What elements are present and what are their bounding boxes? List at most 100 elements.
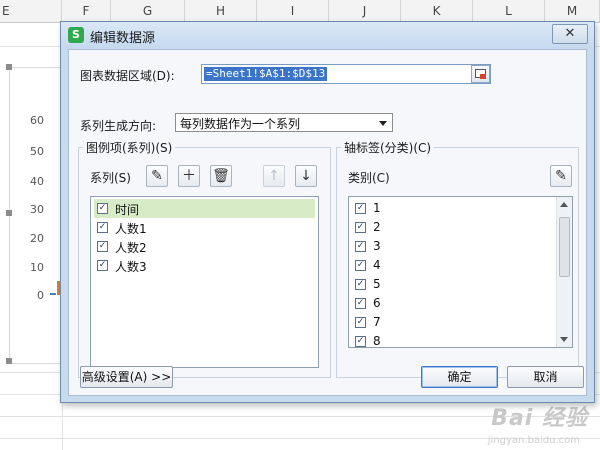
ok-button[interactable]: 确定: [421, 366, 498, 388]
y-axis-tick-label: 30: [30, 203, 44, 216]
cancel-button[interactable]: 取消: [507, 366, 584, 388]
series-list-item[interactable]: ✓ 时间: [94, 199, 315, 218]
data-range-input[interactable]: =Sheet1!$A$1:$D$13: [201, 64, 491, 84]
chart-resize-handle[interactable]: [6, 210, 12, 216]
series-list-item[interactable]: ✓ 人数3: [94, 256, 315, 275]
category-name: 1: [373, 201, 381, 215]
category-checkbox[interactable]: ✓: [355, 317, 366, 328]
series-name: 人数2: [115, 241, 147, 255]
delete-series-button[interactable]: 🗑: [210, 165, 232, 187]
watermark-logo: Bai 经验: [491, 406, 588, 431]
category-list-item[interactable]: ✓ 8: [352, 332, 569, 348]
column-header-bar: E F G H I J K L M: [0, 0, 600, 23]
edit-data-source-dialog: S 编辑数据源 ✕ 图表数据区域(D): =Sheet1!$A$1:$D$13 …: [60, 21, 595, 403]
category-checkbox[interactable]: ✓: [355, 241, 366, 252]
chart-resize-handle[interactable]: [6, 358, 12, 364]
data-range-value: =Sheet1!$A$1:$D$13: [204, 67, 328, 81]
trash-icon: 🗑: [212, 168, 230, 184]
series-direction-value: 每列数据作为一个系列: [180, 117, 301, 131]
category-name: 3: [373, 239, 381, 253]
move-up-button[interactable]: ↑: [263, 165, 285, 187]
category-listbox[interactable]: ✓ 1 ✓ 2 ✓ 3 ✓ 4 ✓ 5 ✓ 6 ✓ 7 ✓ 8: [348, 196, 573, 348]
category-name: 7: [373, 315, 381, 329]
category-name: 4: [373, 258, 381, 272]
pencil-icon: ✎: [151, 168, 163, 184]
category-list-item[interactable]: ✓ 2: [352, 218, 569, 237]
category-list-item[interactable]: ✓ 5: [352, 275, 569, 294]
series-listbox[interactable]: ✓ 时间 ✓ 人数1 ✓ 人数2 ✓ 人数3: [90, 196, 319, 368]
column-header-k[interactable]: K: [401, 0, 473, 22]
chart-resize-handle[interactable]: [6, 64, 12, 70]
add-series-button[interactable]: ＋: [178, 165, 200, 187]
edit-series-button[interactable]: ✎: [146, 165, 168, 187]
y-axis-tick-label: 50: [30, 145, 44, 158]
scroll-down-icon[interactable]: [560, 337, 568, 342]
category-list-item[interactable]: ✓ 7: [352, 313, 569, 332]
category-checkbox[interactable]: ✓: [355, 222, 366, 233]
column-header-h[interactable]: H: [185, 0, 257, 22]
scroll-up-icon[interactable]: [560, 202, 568, 207]
category-label: 类别(C): [348, 171, 390, 185]
column-header-f[interactable]: F: [62, 0, 111, 22]
range-picker-button[interactable]: [471, 65, 490, 83]
category-list-item[interactable]: ✓ 3: [352, 237, 569, 256]
y-axis-tick-label: 0: [37, 289, 44, 302]
plus-icon: ＋: [182, 168, 196, 184]
watermark-url: jingyan.baidu.com: [487, 435, 580, 446]
category-name: 6: [373, 296, 381, 310]
series-checkbox[interactable]: ✓: [97, 222, 108, 233]
category-list-item[interactable]: ✓ 6: [352, 294, 569, 313]
category-list-item[interactable]: ✓ 1: [352, 199, 569, 218]
series-checkbox[interactable]: ✓: [97, 203, 108, 214]
axis-labels-group-title: 轴标签(分类)(C): [341, 139, 435, 156]
series-checkbox[interactable]: ✓: [97, 260, 108, 271]
legend-series-group-title: 图例项(系列)(S): [83, 139, 176, 156]
column-header-g[interactable]: G: [111, 0, 185, 22]
category-list-item[interactable]: ✓ 4: [352, 256, 569, 275]
column-header-m[interactable]: M: [545, 0, 600, 22]
series-name: 时间: [115, 203, 140, 217]
close-button[interactable]: ✕: [552, 24, 588, 44]
chevron-down-icon: [379, 121, 387, 126]
wps-app-icon: S: [68, 27, 84, 43]
category-name: 5: [373, 277, 381, 291]
data-range-label: 图表数据区域(D):: [80, 69, 175, 83]
category-checkbox[interactable]: ✓: [355, 279, 366, 290]
series-checkbox[interactable]: ✓: [97, 241, 108, 252]
column-header-j[interactable]: J: [329, 0, 401, 22]
series-list-item[interactable]: ✓ 人数2: [94, 237, 315, 256]
series-list-item[interactable]: ✓ 人数1: [94, 218, 315, 237]
y-axis-tick-label: 40: [30, 175, 44, 188]
series-label: 系列(S): [90, 171, 131, 185]
move-down-button[interactable]: ↓: [295, 165, 317, 187]
series-direction-label: 系列生成方向:: [80, 119, 157, 133]
category-checkbox[interactable]: ✓: [355, 298, 366, 309]
column-header-l[interactable]: L: [473, 0, 545, 22]
series-direction-select[interactable]: 每列数据作为一个系列: [175, 113, 393, 132]
y-axis-tick-label: 10: [30, 261, 44, 274]
dialog-titlebar[interactable]: S 编辑数据源 ✕: [61, 22, 594, 48]
column-header-i[interactable]: I: [257, 0, 329, 22]
category-scrollbar[interactable]: [556, 197, 572, 347]
y-axis-tick-label: 60: [30, 114, 44, 127]
y-axis-tick-label: 20: [30, 232, 44, 245]
scroll-thumb[interactable]: [559, 217, 570, 277]
column-header-e[interactable]: E: [0, 0, 62, 22]
range-picker-icon-accent: [480, 74, 486, 79]
edit-category-button[interactable]: ✎: [550, 165, 572, 187]
advanced-settings-button[interactable]: 高级设置(A) >>: [80, 366, 173, 388]
category-name: 8: [373, 334, 381, 348]
category-checkbox[interactable]: ✓: [355, 203, 366, 214]
arrow-up-icon: ↑: [268, 168, 280, 184]
series-name: 人数3: [115, 260, 147, 274]
dialog-title: 编辑数据源: [90, 31, 156, 46]
dialog-body: 图表数据区域(D): =Sheet1!$A$1:$D$13 系列生成方向: 每列…: [68, 49, 587, 396]
category-checkbox[interactable]: ✓: [355, 260, 366, 271]
chart-bar: [50, 293, 56, 295]
arrow-down-icon: ↓: [300, 168, 312, 184]
category-name: 2: [373, 220, 381, 234]
pencil-icon: ✎: [555, 168, 567, 184]
series-name: 人数1: [115, 222, 147, 236]
close-icon: ✕: [564, 26, 576, 41]
category-checkbox[interactable]: ✓: [355, 336, 366, 347]
